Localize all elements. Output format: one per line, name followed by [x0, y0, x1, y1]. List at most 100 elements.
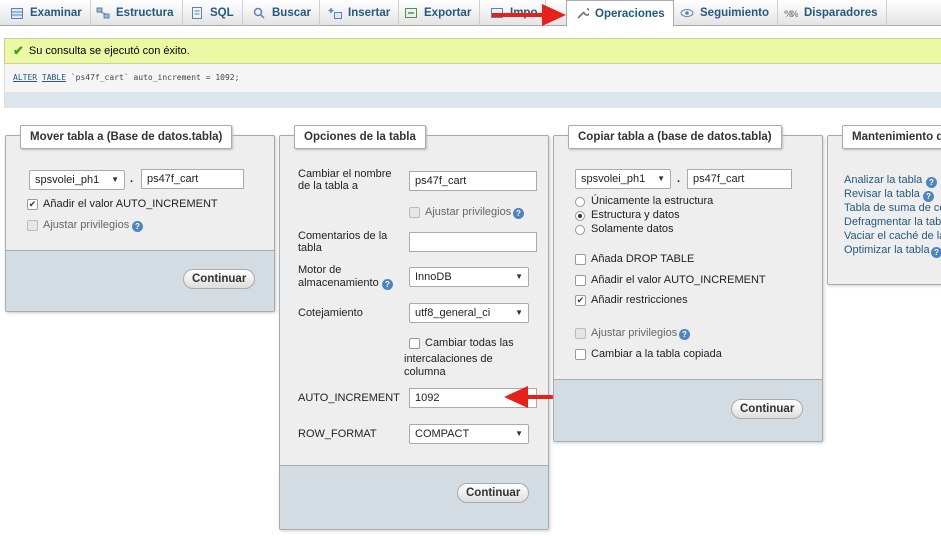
- tab-estructura[interactable]: Estructura: [88, 0, 183, 26]
- row-format-label: ROW_FORMAT: [298, 428, 377, 440]
- chevron-down-icon: ▼: [515, 272, 523, 281]
- help-icon[interactable]: ?: [926, 177, 937, 188]
- chevron-down-icon: ▼: [515, 308, 523, 317]
- move-table-legend: Mover tabla a (Base de datos.tabla): [20, 125, 233, 149]
- tab-exportar[interactable]: Exportar: [396, 0, 481, 26]
- wrench-icon: [575, 8, 589, 20]
- tab-operaciones[interactable]: Operaciones: [566, 0, 674, 27]
- collation-select[interactable]: utf8_general_ci ▼: [409, 303, 529, 323]
- drop-table-checkbox[interactable]: [575, 254, 586, 265]
- export-icon: [404, 7, 418, 19]
- help-icon[interactable]: ?: [679, 329, 690, 340]
- copy-table-fieldset: Copiar tabla a (base de datos.tabla) sps…: [553, 125, 823, 442]
- move-table-name-input[interactable]: ps47f_cart: [141, 169, 244, 189]
- add-constraints-label: Añadir restricciones: [591, 294, 688, 306]
- chevron-down-icon: ▼: [657, 174, 665, 183]
- checkmark-icon: ✔: [13, 43, 24, 58]
- options-privileges-checkbox[interactable]: [409, 207, 420, 218]
- check-table-link[interactable]: Revisar la tabla: [844, 188, 920, 200]
- radio-structure-only[interactable]: [575, 197, 585, 207]
- options-continue-button[interactable]: Continuar: [457, 483, 530, 503]
- svg-text:%: %: [790, 10, 798, 18]
- optimize-table-link[interactable]: Optimizar la tabla: [844, 244, 930, 256]
- move-privileges-label: Ajustar privilegios: [43, 219, 130, 231]
- table-options-fieldset: Opciones de la tabla Cambiar el nombre d…: [279, 125, 549, 530]
- rename-label-line2: de la tabla a: [298, 180, 358, 192]
- sql-icon: [190, 7, 204, 19]
- switch-to-copy-checkbox[interactable]: [575, 349, 586, 360]
- sql-keyword-alter[interactable]: ALTER: [13, 73, 37, 82]
- engine-label-line2: almacenamiento: [298, 277, 379, 289]
- structure-icon: [96, 7, 110, 19]
- copy-auto-increment-checkbox[interactable]: [575, 275, 586, 286]
- drop-table-label: Añada DROP TABLE: [591, 253, 695, 265]
- radio-structure-and-data-label: Estructura y datos: [591, 209, 680, 221]
- change-all-collations-checkbox[interactable]: [409, 338, 420, 349]
- help-icon[interactable]: ?: [513, 208, 524, 219]
- tab-examinar[interactable]: Examinar: [2, 0, 91, 26]
- sql-query-box: ALTER TABLE `ps47f_cart` auto_increment …: [4, 64, 941, 108]
- radio-structure-only-label: Únicamente la estructura: [591, 195, 714, 207]
- move-auto-increment-label: Añadir el valor AUTO_INCREMENT: [43, 198, 218, 210]
- move-auto-increment-checkbox[interactable]: ✔: [27, 199, 38, 210]
- move-continue-button[interactable]: Continuar: [183, 269, 256, 289]
- help-icon[interactable]: ?: [923, 191, 934, 202]
- move-privileges-checkbox[interactable]: [27, 220, 38, 231]
- comments-label-line1: Comentarios de la: [298, 230, 388, 242]
- change-all-collations-line3: columna: [404, 366, 446, 378]
- tab-insertar[interactable]: Insertar: [320, 0, 400, 26]
- change-all-collations-line1: Cambiar todas las: [425, 337, 514, 349]
- maintenance-fieldset: Mantenimiento de Analizar la tabla ? Rev…: [827, 125, 941, 285]
- comments-label-line2: tabla: [298, 242, 322, 254]
- tab-sql[interactable]: SQL: [182, 0, 243, 26]
- copy-table-footer: Continuar: [554, 379, 822, 441]
- copy-auto-increment-label: Añadir el valor AUTO_INCREMENT: [591, 274, 766, 286]
- table-options-footer: Continuar: [280, 465, 548, 529]
- copy-privileges-checkbox[interactable]: [575, 328, 586, 339]
- sql-query-rest: `ps47f_cart` auto_increment = 1092;: [66, 73, 240, 82]
- collation-label: Cotejamiento: [298, 307, 363, 319]
- copy-database-select[interactable]: spsvolei_ph1 ▼: [575, 169, 671, 189]
- copy-table-name-input[interactable]: ps47f_cart: [687, 169, 792, 189]
- table-options-legend: Opciones de la tabla: [294, 125, 426, 149]
- sql-keyword-table[interactable]: TABLE: [42, 73, 66, 82]
- tab-buscar[interactable]: Buscar: [244, 0, 320, 26]
- annotation-arrow-tab: [492, 4, 566, 26]
- switch-to-copy-label: Cambiar a la tabla copiada: [591, 348, 722, 360]
- storage-engine-select[interactable]: InnoDB ▼: [409, 267, 529, 287]
- tab-seguimiento[interactable]: Seguimiento: [672, 0, 779, 26]
- radio-data-only-label: Solamente datos: [591, 223, 674, 235]
- sql-query: ALTER TABLE `ps47f_cart` auto_increment …: [13, 73, 239, 82]
- tab-disparadores[interactable]: %% Disparadores: [776, 0, 887, 26]
- table-comments-input[interactable]: [409, 232, 537, 252]
- change-all-collations-line2: intercalaciones de: [404, 353, 493, 365]
- row-format-select[interactable]: COMPACT ▼: [409, 424, 529, 444]
- flush-table-link[interactable]: Vaciar el caché de la: [844, 230, 941, 242]
- auto-increment-label: AUTO_INCREMENT: [298, 392, 400, 404]
- move-table-footer: Continuar: [6, 250, 274, 311]
- defragment-table-link[interactable]: Defragmentar la tabl: [844, 216, 941, 228]
- help-icon[interactable]: ?: [382, 279, 393, 290]
- search-icon: [252, 7, 266, 19]
- help-icon[interactable]: ?: [132, 221, 143, 232]
- copy-continue-button[interactable]: Continuar: [731, 399, 804, 419]
- maintenance-legend: Mantenimiento de: [842, 125, 941, 149]
- radio-data-only[interactable]: [575, 225, 585, 235]
- chevron-down-icon: ▼: [515, 429, 523, 438]
- tab-bar: Examinar Estructura SQL Buscar Insertar …: [0, 0, 941, 27]
- chevron-down-icon: ▼: [111, 175, 119, 184]
- rename-table-input[interactable]: ps47f_cart: [409, 171, 537, 191]
- options-privileges-label: Ajustar privilegios: [425, 206, 512, 218]
- help-icon[interactable]: ?: [931, 247, 941, 258]
- insert-icon: [328, 7, 342, 19]
- dot-separator: .: [130, 173, 134, 185]
- dot-separator: .: [677, 173, 681, 185]
- radio-structure-and-data[interactable]: [575, 211, 585, 221]
- eye-icon: [680, 7, 694, 19]
- checksum-table-link[interactable]: Tabla de suma de co: [844, 202, 941, 214]
- add-constraints-checkbox[interactable]: ✔: [575, 295, 586, 306]
- analyze-table-link[interactable]: Analizar la tabla: [844, 174, 922, 186]
- move-database-select[interactable]: spsvolei_ph1 ▼: [29, 170, 125, 190]
- success-text: Su consulta se ejecutó con éxito.: [28, 45, 190, 57]
- copy-table-legend: Copiar tabla a (base de datos.tabla): [568, 125, 782, 149]
